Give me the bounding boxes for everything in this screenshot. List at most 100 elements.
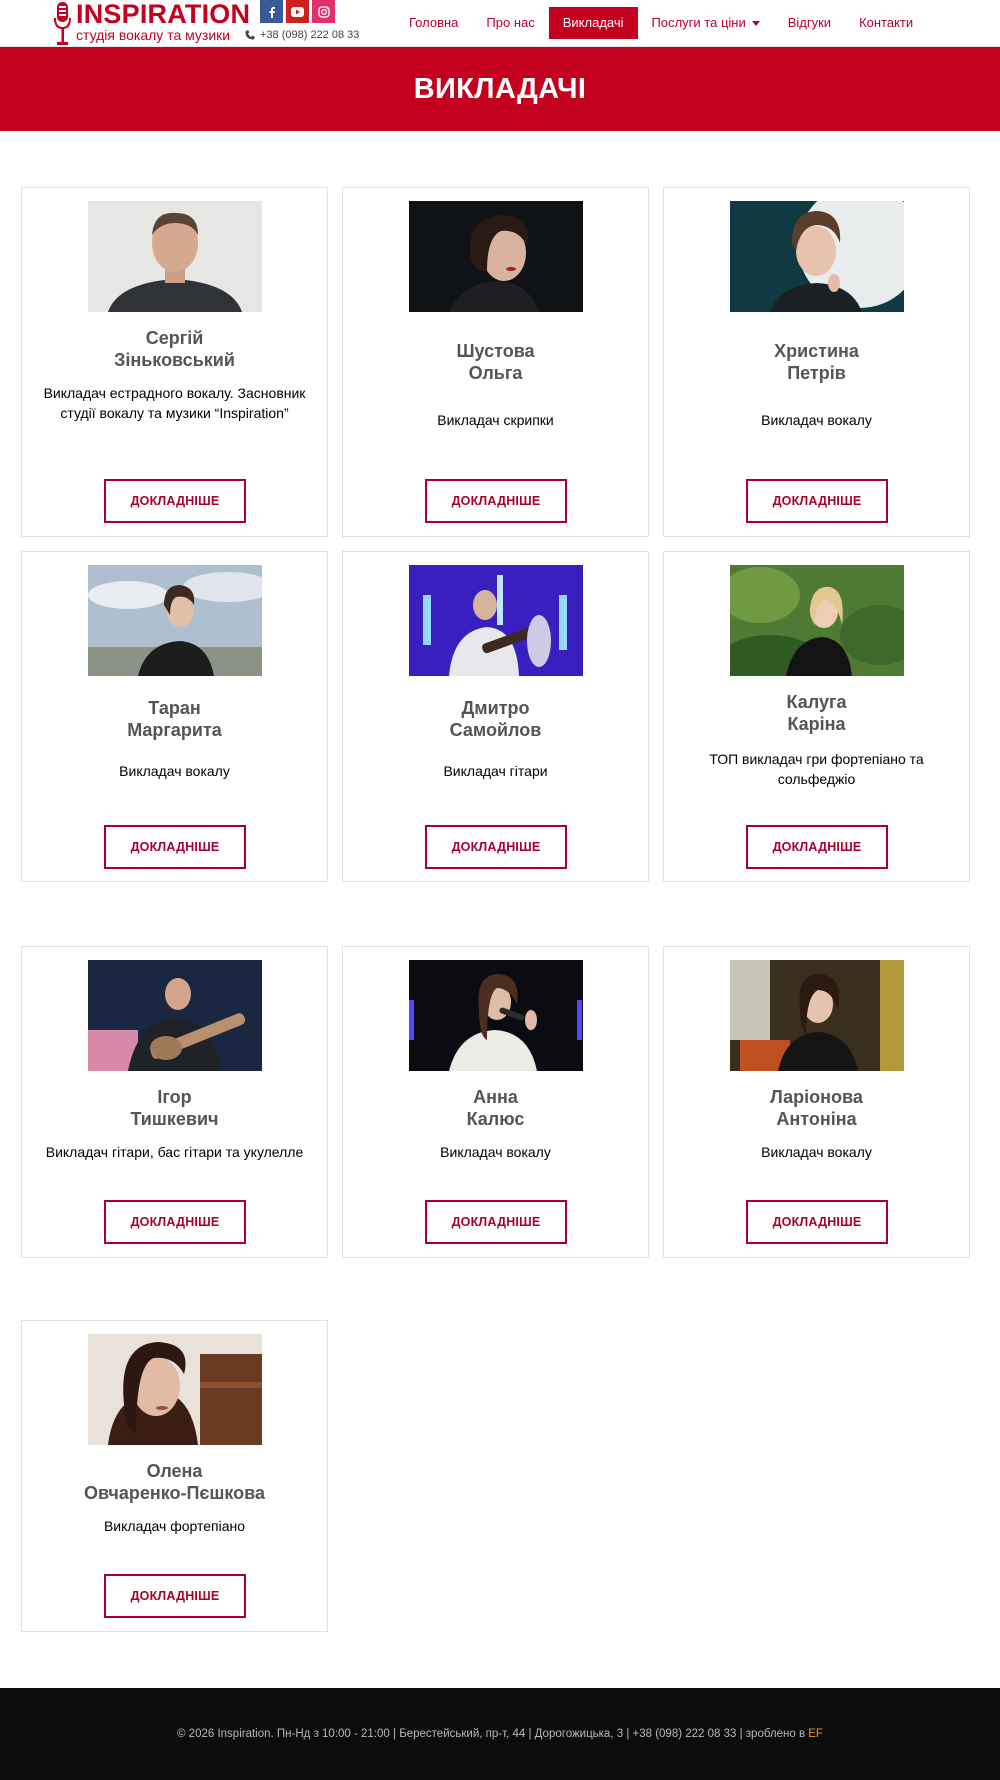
teacher-name: Дмитро Самойлов	[343, 697, 648, 741]
teacher-card: Шустова Ольга Викладач скрипки ДОКЛАДНІШ…	[342, 187, 649, 537]
teacher-card: Калуга Каріна ТОП викладач гри фортепіан…	[663, 551, 970, 882]
youtube-icon	[291, 6, 304, 17]
more-button[interactable]: ДОКЛАДНІШЕ	[104, 1574, 246, 1618]
instagram-link[interactable]	[312, 0, 335, 23]
teacher-description: Викладач естрадного вокалу. Засновник ст…	[43, 385, 306, 421]
nav-label: Контакти	[859, 15, 914, 30]
footer-text: © 2026 Inspiration. Пн-Нд з 10:00 - 21:0…	[177, 1728, 823, 1740]
header-phone[interactable]: +38 (098) 222 08 33	[245, 29, 359, 41]
teacher-description: ТОП викладач гри фортепіано та сольфеджі…	[709, 751, 924, 787]
nav-label: Викладачі	[562, 15, 624, 30]
teacher-first-name: Анна	[473, 1087, 518, 1107]
facebook-link[interactable]	[260, 0, 283, 23]
nav-item-reviews[interactable]: Відгуки	[774, 7, 845, 39]
teacher-description: Викладач вокалу	[761, 412, 872, 428]
teacher-first-name: Калуга	[786, 692, 847, 712]
teacher-name: Христина Петрів	[664, 340, 969, 384]
teacher-last-name: Ольга	[468, 363, 523, 383]
page-banner: ВИКЛАДАЧІ	[0, 47, 1000, 131]
footer-info: © 2026 Inspiration. Пн-Нд з 10:00 - 21:0…	[177, 1728, 809, 1740]
teacher-first-name: Ларіонова	[770, 1087, 863, 1107]
logo-subtitle: студія вокалу та музики	[76, 27, 231, 43]
teacher-last-name: Петрів	[787, 363, 846, 383]
instagram-icon	[317, 5, 330, 18]
teacher-photo[interactable]	[88, 1334, 262, 1445]
teacher-last-name: Овчаренко-Пєшкова	[84, 1483, 265, 1503]
teacher-name: Калуга Каріна	[664, 691, 969, 735]
teacher-first-name: Таран	[148, 698, 201, 718]
nav-item-services[interactable]: Послуги та ціни	[638, 7, 774, 39]
teacher-description: Викладач вокалу	[119, 763, 230, 779]
youtube-link[interactable]	[286, 0, 309, 23]
teacher-card: Олена Овчаренко-Пєшкова Викладач фортепі…	[21, 1320, 328, 1632]
teacher-photo[interactable]	[730, 201, 904, 312]
teacher-description: Викладач гітари	[443, 763, 548, 779]
developer-link[interactable]: EF	[808, 1728, 823, 1740]
main-nav: Головна Про нас Викладачі Послуги та цін…	[395, 7, 927, 39]
teacher-card: Христина Петрів Викладач вокалу ДОКЛАДНІ…	[663, 187, 970, 537]
nav-item-teachers[interactable]: Викладачі	[548, 7, 638, 39]
more-button[interactable]: ДОКЛАДНІШЕ	[425, 1200, 567, 1244]
more-button[interactable]: ДОКЛАДНІШЕ	[746, 479, 888, 523]
teacher-first-name: Ігор	[157, 1087, 192, 1107]
site-logo[interactable]: INSPIRATION студія вокалу та музики	[52, 0, 250, 46]
teacher-card: Ігор Тишкевич Викладач гітари, бас гітар…	[21, 946, 328, 1258]
teacher-card: Ларіонова Антоніна Викладач вокалу ДОКЛА…	[663, 946, 970, 1258]
site-header: INSPIRATION студія вокалу та музики +38 …	[0, 0, 1000, 47]
microphone-icon	[54, 2, 71, 45]
teacher-last-name: Зіньковський	[114, 350, 235, 370]
teacher-last-name: Калюс	[466, 1109, 525, 1129]
more-button[interactable]: ДОКЛАДНІШЕ	[104, 1200, 246, 1244]
teacher-card: Дмитро Самойлов Викладач гітари ДОКЛАДНІ…	[342, 551, 649, 882]
teacher-last-name: Каріна	[787, 714, 846, 734]
teacher-first-name: Дмитро	[461, 698, 530, 718]
more-button[interactable]: ДОКЛАДНІШЕ	[104, 479, 246, 523]
phone-number: +38 (098) 222 08 33	[260, 29, 360, 41]
more-button[interactable]: ДОКЛАДНІШЕ	[425, 479, 567, 523]
more-button[interactable]: ДОКЛАДНІШЕ	[746, 825, 888, 869]
teacher-photo[interactable]	[88, 565, 262, 676]
teacher-photo[interactable]	[730, 565, 904, 676]
social-links	[260, 0, 335, 23]
teacher-last-name: Антоніна	[776, 1109, 857, 1129]
teacher-name: Шустова Ольга	[343, 340, 648, 384]
teacher-first-name: Олена	[146, 1461, 203, 1481]
teacher-name: Ігор Тишкевич	[22, 1086, 327, 1130]
teacher-last-name: Маргарита	[127, 720, 222, 740]
teacher-photo[interactable]	[730, 960, 904, 1071]
teacher-name: Сергій Зіньковський	[22, 327, 327, 371]
teacher-name: Ларіонова Антоніна	[664, 1086, 969, 1130]
logo-title: INSPIRATION	[76, 0, 251, 29]
nav-label: Послуги та ціни	[651, 15, 746, 30]
nav-label: Відгуки	[787, 15, 832, 30]
nav-label: Про нас	[486, 15, 535, 30]
teacher-card: Таран Маргарита Викладач вокалу ДОКЛАДНІ…	[21, 551, 328, 882]
chevron-down-icon	[751, 20, 760, 26]
nav-item-home[interactable]: Головна	[395, 7, 472, 39]
teacher-photo[interactable]	[409, 565, 583, 676]
teacher-description: Викладач вокалу	[440, 1144, 551, 1160]
teacher-photo[interactable]	[409, 960, 583, 1071]
teacher-photo[interactable]	[88, 960, 262, 1071]
nav-label: Головна	[409, 15, 459, 30]
facebook-icon	[269, 6, 275, 18]
teacher-card: Сергій Зіньковський Викладач естрадного …	[21, 187, 328, 537]
teacher-name: Олена Овчаренко-Пєшкова	[22, 1460, 327, 1504]
teacher-description: Викладач фортепіано	[103, 1518, 246, 1534]
teacher-last-name: Тишкевич	[130, 1109, 219, 1129]
teacher-photo[interactable]	[88, 201, 262, 312]
teacher-description: Викладач гітари, бас гітари та укулелле	[45, 1144, 304, 1160]
teacher-name: Анна Калюс	[343, 1086, 648, 1130]
teacher-name: Таран Маргарита	[22, 697, 327, 741]
teacher-last-name: Самойлов	[449, 720, 542, 740]
more-button[interactable]: ДОКЛАДНІШЕ	[104, 825, 246, 869]
more-button[interactable]: ДОКЛАДНІШЕ	[746, 1200, 888, 1244]
nav-item-about[interactable]: Про нас	[472, 7, 548, 39]
page-title: ВИКЛАДАЧІ	[413, 72, 587, 105]
teacher-description: Викладач скрипки	[437, 412, 554, 428]
more-button[interactable]: ДОКЛАДНІШЕ	[425, 825, 567, 869]
teacher-photo[interactable]	[409, 201, 583, 312]
site-footer: © 2026 Inspiration. Пн-Нд з 10:00 - 21:0…	[0, 1688, 1000, 1780]
teacher-description: Викладач вокалу	[761, 1144, 872, 1160]
nav-item-contacts[interactable]: Контакти	[845, 7, 927, 39]
